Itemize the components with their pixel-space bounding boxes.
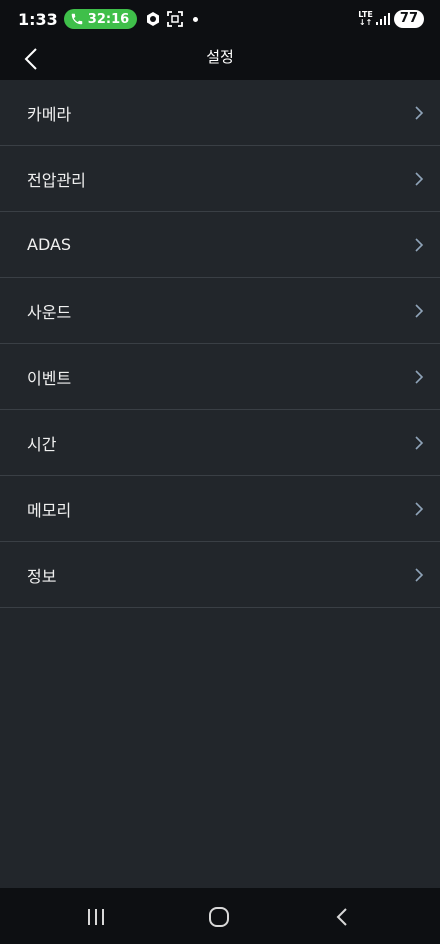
chevron-right-icon <box>415 567 424 582</box>
status-bar: 1:33 32:16 LTE ↓↑ 77 <box>0 0 440 38</box>
back-icon <box>336 908 347 926</box>
chevron-right-icon <box>415 171 424 186</box>
home-button[interactable] <box>204 902 234 932</box>
recent-apps-icon <box>88 909 104 925</box>
settings-item-label: 정보 <box>27 566 57 586</box>
ongoing-call-pill[interactable]: 32:16 <box>63 9 138 29</box>
settings-item-time[interactable]: 시간 <box>0 410 440 476</box>
system-nav-bar <box>0 888 440 944</box>
nav-back-button[interactable] <box>327 902 357 932</box>
settings-item-label: 이벤트 <box>27 368 72 388</box>
app-header: 설정 <box>0 38 440 80</box>
chevron-right-icon <box>415 237 424 252</box>
chevron-right-icon <box>415 303 424 318</box>
settings-item-label: 사운드 <box>27 302 72 322</box>
call-duration: 32:16 <box>87 11 130 27</box>
settings-list: 카메라 전압관리 ADAS 사운드 이벤트 시간 메모리 정보 <box>0 80 440 608</box>
chevron-right-icon <box>415 435 424 450</box>
settings-item-event[interactable]: 이벤트 <box>0 344 440 410</box>
chevron-right-icon <box>415 369 424 384</box>
chevron-right-icon <box>415 501 424 516</box>
settings-item-label: 전압관리 <box>27 170 86 190</box>
screen-capture-icon <box>167 11 184 27</box>
settings-item-label: 메모리 <box>27 500 72 520</box>
settings-item-sound[interactable]: 사운드 <box>0 278 440 344</box>
status-time: 1:33 <box>18 9 58 29</box>
settings-item-label: 시간 <box>27 434 57 454</box>
home-icon <box>209 907 229 927</box>
chevron-right-icon <box>415 105 424 120</box>
recent-apps-button[interactable] <box>81 902 111 932</box>
settings-item-adas[interactable]: ADAS <box>0 212 440 278</box>
settings-item-memory[interactable]: 메모리 <box>0 476 440 542</box>
settings-item-info[interactable]: 정보 <box>0 542 440 608</box>
battery-level: 77 <box>393 10 424 28</box>
settings-item-power-management[interactable]: 전압관리 <box>0 146 440 212</box>
app-notification-icon <box>147 12 160 26</box>
network-type: LTE ↓↑ <box>358 10 373 27</box>
settings-item-camera[interactable]: 카메라 <box>0 80 440 146</box>
signal-icon <box>375 13 390 25</box>
more-notifications-dot <box>193 16 199 22</box>
page-title: 설정 <box>206 48 234 66</box>
settings-item-label: 카메라 <box>27 104 72 124</box>
phone-icon <box>71 13 83 25</box>
settings-item-label: ADAS <box>27 235 72 254</box>
